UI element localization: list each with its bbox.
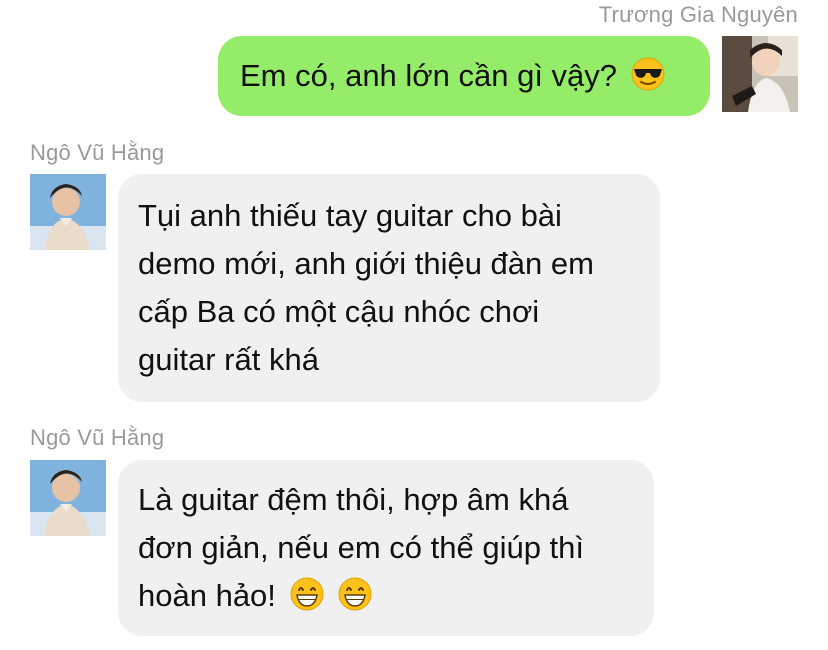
sender-avatar[interactable]: [30, 174, 106, 250]
message-line: Là guitar đệm thôi, hợp âm khá: [138, 482, 569, 517]
sender-name: Ngô Vũ Hằng: [30, 140, 165, 165]
message-line: Tụi anh thiếu tay guitar cho bài: [138, 198, 562, 233]
message-line: đơn giản, nếu em có thể giúp thì: [138, 530, 585, 565]
user-avatar-icon: [722, 36, 798, 112]
user-avatar-icon: [30, 174, 106, 250]
grinning-face-icon: [337, 576, 373, 612]
message-line-with-emoji: hoàn hảo!: [138, 572, 634, 620]
user-avatar-icon: [30, 460, 106, 536]
grinning-face-icon: [289, 576, 325, 612]
message-line: guitar rất khá: [138, 342, 319, 377]
sender-name: Ngô Vũ Hằng: [30, 425, 165, 450]
smiling-face-with-sunglasses-icon: [630, 56, 666, 92]
message-line: demo mới, anh giới thiệu đàn em: [138, 246, 594, 281]
sender-avatar[interactable]: [722, 36, 798, 112]
message-text: hoàn hảo!: [138, 578, 276, 613]
message-line: cấp Ba có một cậu nhóc chơi: [138, 294, 540, 329]
sender-avatar[interactable]: [30, 460, 106, 536]
sender-name: Trương Gia Nguyên: [598, 2, 798, 27]
message-text: Em có, anh lớn cần gì vậy?: [240, 58, 618, 93]
incoming-message-bubble[interactable]: Tụi anh thiếu tay guitar cho bài demo mớ…: [118, 174, 660, 402]
chat-conversation: Trương Gia Nguyên Em có, anh lớn cần gì …: [0, 0, 828, 650]
outgoing-message-bubble[interactable]: Em có, anh lớn cần gì vậy?: [218, 36, 710, 116]
incoming-message-bubble[interactable]: Là guitar đệm thôi, hợp âm khá đơn giản,…: [118, 460, 654, 636]
